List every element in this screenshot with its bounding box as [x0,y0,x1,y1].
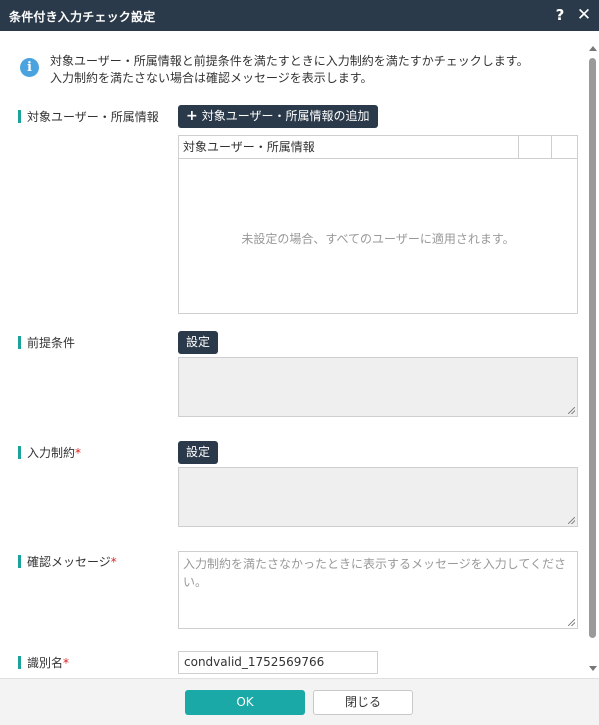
constraint-set-button[interactable]: 設定 [178,441,219,464]
grid-header: 対象ユーザー・所属情報 [179,136,577,159]
resize-grip-icon[interactable] [568,517,575,524]
precondition-label-text: 前提条件 [27,336,76,350]
scrollbar-thumb[interactable] [589,58,596,638]
info-line-2: 入力制約を満たさない場合は確認メッセージを表示します。 [50,71,373,85]
add-target-user-button-label: 対象ユーザー・所属情報の追加 [201,109,370,123]
grid-header-target-users: 対象ユーザー・所属情報 [179,136,519,159]
dialog-titlebar: 条件付き入力チェック設定 ? ✕ [0,0,599,31]
required-mark: * [110,555,117,569]
constraint-label-text: 入力制約 [27,446,76,460]
info-text: 対象ユーザー・所属情報と前提条件を満たすときに入力制約を満たすかチェックします。… [50,53,529,87]
target-users-label-text: 対象ユーザー・所属情報 [27,110,159,124]
grid-header-edit [519,136,552,159]
constraint-label: 入力制約* [18,446,81,460]
grid-empty-message: 未設定の場合、すべてのユーザーに適用されます。 [241,232,515,246]
required-mark: * [63,656,70,670]
precondition-label: 前提条件 [18,336,75,350]
add-target-user-button[interactable]: + 対象ユーザー・所属情報の追加 [178,105,378,128]
scroll-down-icon[interactable] [589,666,597,671]
target-users-grid: 対象ユーザー・所属情報 未設定の場合、すべてのユーザーに適用されます。 [178,135,578,314]
message-label-text: 確認メッセージ [27,555,111,569]
dialog-body: i 対象ユーザー・所属情報と前提条件を満たすときに入力制約を満たすかチェックしま… [0,31,599,678]
target-users-label: 対象ユーザー・所属情報 [18,110,159,124]
required-mark: * [75,446,82,460]
close-button[interactable]: 閉じる [313,690,413,715]
precondition-display[interactable] [178,357,578,417]
identifier-label: 識別名* [18,656,69,670]
dialog-title: 条件付き入力チェック設定 [9,10,156,24]
info-line-1: 対象ユーザー・所属情報と前提条件を満たすときに入力制約を満たすかチェックします。 [50,54,529,68]
vertical-scrollbar[interactable] [587,46,599,678]
identifier-label-text: 識別名 [27,656,64,670]
resize-grip-icon[interactable] [568,619,575,626]
ok-button[interactable]: OK [185,690,305,715]
scroll-up-icon[interactable] [589,46,597,51]
message-textarea[interactable]: 入力制約を満たさなかったときに表示するメッセージを入力してください。 [178,551,578,629]
close-icon[interactable]: ✕ [574,5,594,25]
message-placeholder: 入力制約を満たさなかったときに表示するメッセージを入力してください。 [183,557,567,589]
plus-icon: + [186,108,198,124]
message-label: 確認メッセージ* [18,555,117,569]
dialog-footer: OK 閉じる [0,678,599,725]
precondition-set-button[interactable]: 設定 [178,331,219,354]
help-icon[interactable]: ? [550,5,570,25]
resize-grip-icon[interactable] [568,407,575,414]
constraint-display[interactable] [178,467,578,527]
identifier-input[interactable]: condvalid_1752569766 [178,651,378,674]
info-icon: i [20,58,39,77]
